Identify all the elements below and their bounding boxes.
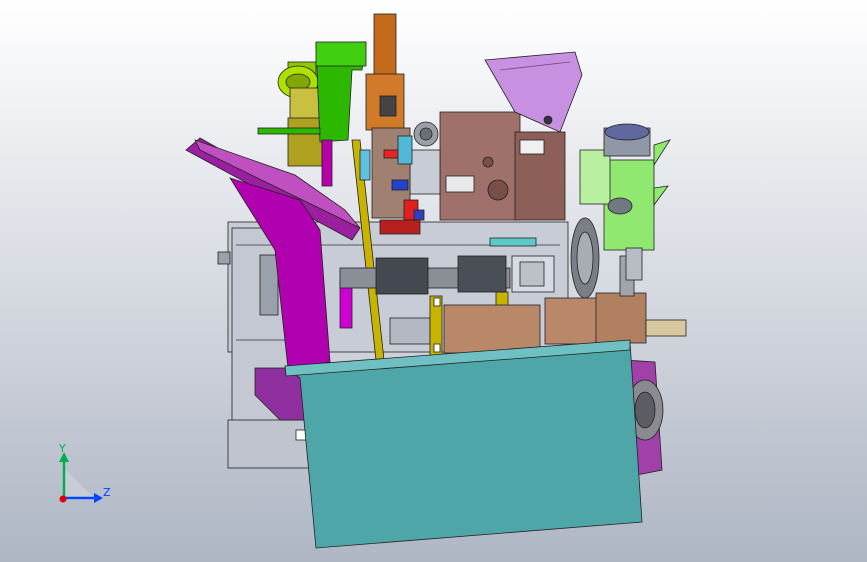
cad-model-view[interactable]: Y Z bbox=[0, 0, 867, 562]
cad-viewport[interactable]: Y Z bbox=[0, 0, 867, 562]
teal-hopper bbox=[283, 341, 643, 549]
x-axis-origin-icon bbox=[59, 495, 67, 503]
y-axis-label: Y bbox=[58, 442, 66, 455]
z-axis-label: Z bbox=[103, 486, 111, 499]
